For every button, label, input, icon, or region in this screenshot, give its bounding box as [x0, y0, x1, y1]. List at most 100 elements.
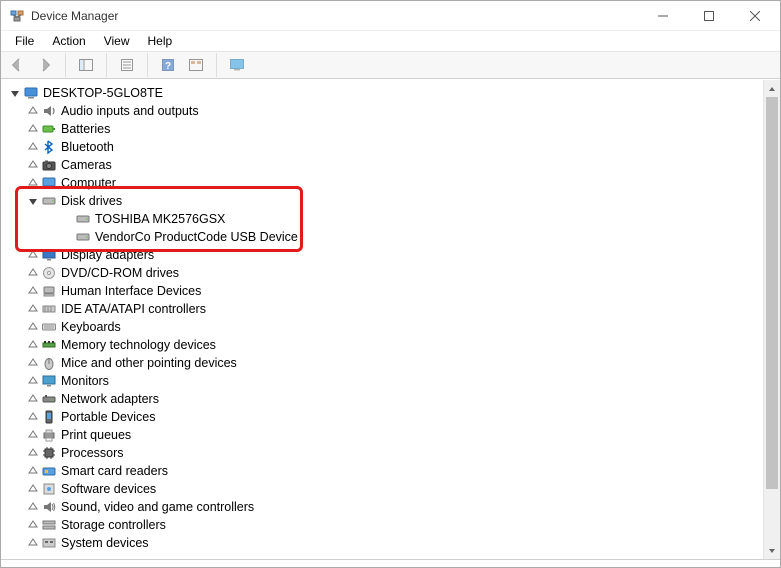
category-label: Human Interface Devices: [61, 284, 201, 298]
category-node[interactable]: Batteries: [5, 120, 763, 138]
category-label: Sound, video and game controllers: [61, 500, 254, 514]
category-label: Display adapters: [61, 248, 154, 262]
expander-icon[interactable]: [27, 429, 39, 441]
vertical-scrollbar[interactable]: [763, 80, 780, 559]
expander-icon[interactable]: [27, 159, 39, 171]
expander-icon[interactable]: [27, 303, 39, 315]
close-button[interactable]: [732, 1, 778, 31]
device-tree[interactable]: DESKTOP-5GLO8TEAudio inputs and outputs B…: [1, 80, 763, 559]
back-button[interactable]: [5, 53, 29, 77]
expander-icon[interactable]: [27, 537, 39, 549]
properties-button[interactable]: [115, 53, 139, 77]
category-node[interactable]: Computer: [5, 174, 763, 192]
maximize-button[interactable]: [686, 1, 732, 31]
category-node[interactable]: Storage controllers: [5, 516, 763, 534]
category-node[interactable]: Portable Devices: [5, 408, 763, 426]
menu-file[interactable]: File: [7, 32, 42, 50]
computer-icon: [23, 85, 39, 101]
toolbar-separator: [216, 53, 217, 77]
device-node[interactable]: VendorCo ProductCode USB Device: [5, 228, 763, 246]
expander-icon[interactable]: [27, 411, 39, 423]
menu-view[interactable]: View: [96, 32, 138, 50]
category-node[interactable]: Bluetooth: [5, 138, 763, 156]
printer-icon: [41, 427, 57, 443]
category-node[interactable]: DVD/CD-ROM drives: [5, 264, 763, 282]
software-icon: [41, 481, 57, 497]
device-manager-window: Device Manager File Action View Help: [0, 0, 781, 568]
hid-icon: [41, 283, 57, 299]
menu-help[interactable]: Help: [140, 32, 181, 50]
category-label: Cameras: [61, 158, 112, 172]
expander-icon[interactable]: [27, 375, 39, 387]
category-label: DVD/CD-ROM drives: [61, 266, 179, 280]
category-node[interactable]: Memory technology devices: [5, 336, 763, 354]
category-node[interactable]: Network adapters: [5, 390, 763, 408]
expander-icon[interactable]: [27, 249, 39, 261]
expander-icon[interactable]: [27, 483, 39, 495]
tree-root[interactable]: DESKTOP-5GLO8TE: [5, 84, 763, 102]
expander-icon[interactable]: [27, 447, 39, 459]
category-label: Portable Devices: [61, 410, 156, 424]
scroll-up-button[interactable]: [764, 80, 780, 97]
scroll-thumb[interactable]: [766, 97, 778, 489]
content-area: DESKTOP-5GLO8TEAudio inputs and outputs B…: [1, 79, 780, 559]
scroll-track[interactable]: [764, 97, 780, 542]
battery-icon: [41, 121, 57, 137]
expander-icon[interactable]: [27, 321, 39, 333]
category-node[interactable]: Sound, video and game controllers: [5, 498, 763, 516]
category-node[interactable]: Print queues: [5, 426, 763, 444]
device-label: TOSHIBA MK2576GSX: [95, 212, 225, 226]
expander-icon[interactable]: [27, 339, 39, 351]
category-node[interactable]: Smart card readers: [5, 462, 763, 480]
expander-icon[interactable]: [27, 501, 39, 513]
monitor-button[interactable]: [225, 53, 249, 77]
category-node[interactable]: System devices: [5, 534, 763, 552]
category-label: Batteries: [61, 122, 110, 136]
category-node[interactable]: Audio inputs and outputs: [5, 102, 763, 120]
scan-hardware-button[interactable]: [184, 53, 208, 77]
bluetooth-icon: [41, 139, 57, 155]
portable-icon: [41, 409, 57, 425]
help-button[interactable]: ?: [156, 53, 180, 77]
category-label: Smart card readers: [61, 464, 168, 478]
device-node[interactable]: TOSHIBA MK2576GSX: [5, 210, 763, 228]
disk-icon: [75, 229, 91, 245]
menu-action[interactable]: Action: [44, 32, 93, 50]
expander-icon[interactable]: [9, 87, 21, 99]
cpu-icon: [41, 445, 57, 461]
expander-icon[interactable]: [27, 465, 39, 477]
expander-icon[interactable]: [27, 285, 39, 297]
category-label: Network adapters: [61, 392, 159, 406]
system-icon: [41, 535, 57, 551]
expander-icon[interactable]: [27, 141, 39, 153]
display-icon: [41, 247, 57, 263]
category-node[interactable]: Monitors: [5, 372, 763, 390]
expander-icon[interactable]: [27, 105, 39, 117]
expander-icon[interactable]: [27, 267, 39, 279]
sound-icon: [41, 499, 57, 515]
category-node[interactable]: Keyboards: [5, 318, 763, 336]
expander-icon[interactable]: [27, 177, 39, 189]
dvd-icon: [41, 265, 57, 281]
camera-icon: [41, 157, 57, 173]
forward-button[interactable]: [33, 53, 57, 77]
scroll-down-button[interactable]: [764, 542, 780, 559]
category-node[interactable]: Software devices: [5, 480, 763, 498]
category-node[interactable]: Processors: [5, 444, 763, 462]
minimize-button[interactable]: [640, 1, 686, 31]
expander-icon[interactable]: [27, 519, 39, 531]
category-node[interactable]: Disk drives: [5, 192, 763, 210]
category-node[interactable]: Cameras: [5, 156, 763, 174]
category-node[interactable]: Display adapters: [5, 246, 763, 264]
expander-icon[interactable]: [27, 357, 39, 369]
category-node[interactable]: IDE ATA/ATAPI controllers: [5, 300, 763, 318]
expander-icon[interactable]: [27, 195, 39, 207]
window-title: Device Manager: [31, 9, 118, 23]
expander-icon[interactable]: [27, 123, 39, 135]
expander-icon[interactable]: [27, 393, 39, 405]
computer-icon: [41, 175, 57, 191]
category-node[interactable]: Mice and other pointing devices: [5, 354, 763, 372]
show-hide-tree-button[interactable]: [74, 53, 98, 77]
category-label: Storage controllers: [61, 518, 166, 532]
category-node[interactable]: Human Interface Devices: [5, 282, 763, 300]
